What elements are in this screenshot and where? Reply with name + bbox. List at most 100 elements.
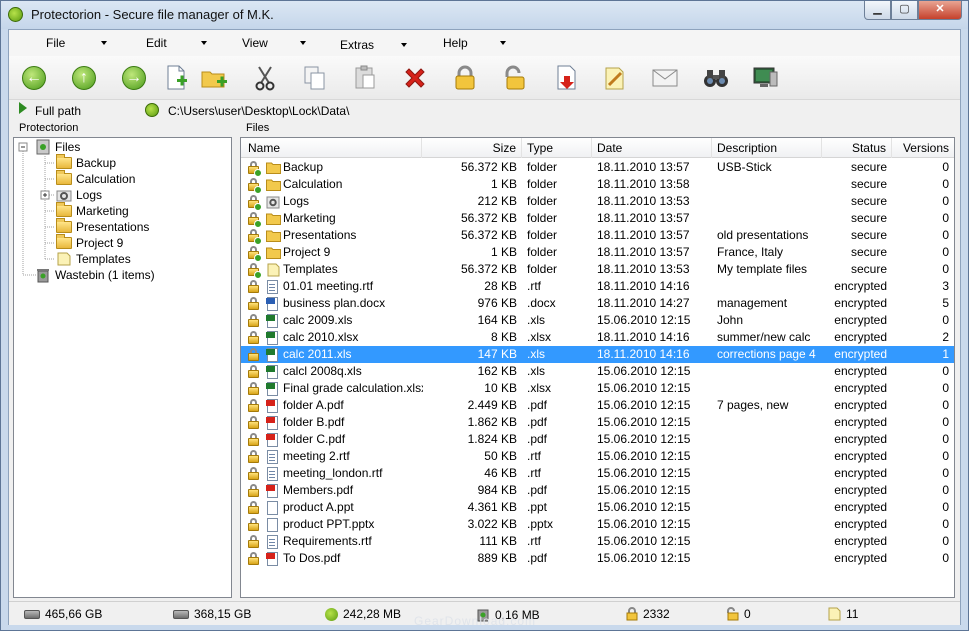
- hard-drive-icon: [173, 609, 189, 619]
- tree-item-presentations[interactable]: Presentations: [56, 218, 149, 235]
- close-button[interactable]: ✕: [918, 1, 962, 20]
- menu-edit[interactable]: Edit: [146, 36, 207, 50]
- cell-versions: 1: [942, 347, 949, 361]
- menu-view[interactable]: View: [242, 36, 306, 50]
- column-header-description[interactable]: Description: [712, 138, 822, 158]
- cell-type: folder: [527, 228, 558, 242]
- table-row[interactable]: Project 9 1 KB folder 18.11.2010 13:57 Franc…: [241, 244, 954, 262]
- edit-note-button[interactable]: [601, 64, 629, 92]
- gear-icon: [56, 190, 72, 202]
- maximize-button[interactable]: ▢: [891, 1, 918, 20]
- cell-date: 18.11.2010 13:57: [597, 228, 690, 242]
- lock-icon: [248, 467, 259, 480]
- cell-date: 15.06.2010 12:15: [597, 415, 691, 429]
- cell-name: calc 2009.xls: [283, 313, 353, 327]
- menu-help[interactable]: Help: [443, 36, 506, 50]
- lock-button[interactable]: [451, 64, 479, 92]
- menu-extras-label: Extras: [340, 38, 375, 52]
- menu-view-label: View: [242, 36, 268, 50]
- tree-item-templates[interactable]: Templates: [56, 251, 131, 267]
- cut-button[interactable]: [251, 64, 279, 92]
- excel-icon: [266, 314, 279, 328]
- menu-extras[interactable]: Extras: [340, 38, 407, 52]
- column-header-type[interactable]: Type: [522, 138, 592, 158]
- status-protected-size: 242,28 MB: [325, 607, 401, 621]
- back-button[interactable]: ←: [20, 64, 48, 92]
- cell-versions: 0: [942, 449, 949, 463]
- column-header-size[interactable]: Size: [422, 138, 522, 158]
- cell-status: encrypted: [834, 517, 887, 531]
- cell-name: calc 2011.xls: [283, 347, 352, 361]
- cell-size: 212 KB: [477, 194, 517, 208]
- table-row[interactable]: Marketing 56.372 KB folder 18.11.2010 13:57…: [241, 210, 954, 228]
- tree-item-backup[interactable]: Backup: [56, 154, 116, 171]
- table-row[interactable]: calc 2009.xls 164 KB .xls 15.06.2010 12:15 J…: [241, 312, 954, 329]
- unlock-button[interactable]: [500, 64, 528, 92]
- table-row[interactable]: folder A.pdf 2.449 KB .pdf 15.06.2010 12:15…: [241, 397, 954, 414]
- column-header-date[interactable]: Date: [592, 138, 712, 158]
- lock-icon: [248, 518, 259, 531]
- table-row[interactable]: business plan.docx 976 KB .docx 18.11.2010 …: [241, 295, 954, 312]
- tree-item-calculation[interactable]: Calculation: [56, 170, 136, 187]
- cell-versions: 0: [942, 313, 949, 327]
- full-path-toggle[interactable]: Full path: [35, 104, 81, 118]
- column-header-status[interactable]: Status: [822, 138, 892, 158]
- cell-date: 18.11.2010 13:57: [597, 160, 690, 174]
- tree-item-logs[interactable]: Logs: [56, 187, 102, 203]
- cell-status: encrypted: [834, 398, 887, 412]
- table-row[interactable]: Templates 56.372 KB folder 18.11.2010 13:53…: [241, 261, 954, 279]
- tree-item-label: Calculation: [76, 172, 136, 186]
- paste-button[interactable]: [351, 64, 379, 92]
- tree-item-project-9[interactable]: Project 9: [56, 234, 123, 251]
- table-row[interactable]: folder C.pdf 1.824 KB .pdf 15.06.2010 12:15…: [241, 431, 954, 448]
- table-row[interactable]: meeting 2.rtf 50 KB .rtf 15.06.2010 12:15 en…: [241, 448, 954, 465]
- column-header-row: Name Size Type Date Description Status V…: [241, 138, 954, 158]
- cell-status: secure: [850, 262, 887, 276]
- tree-item-files[interactable]: Files: [36, 139, 80, 155]
- email-button[interactable]: [651, 64, 679, 92]
- monitor-button[interactable]: [751, 64, 779, 92]
- table-row[interactable]: Final grade calculation.xlsx 10 KB .xlsx 15…: [241, 380, 954, 397]
- delete-button[interactable]: [401, 64, 429, 92]
- table-row[interactable]: folder B.pdf 1.862 KB .pdf 15.06.2010 12:15…: [241, 414, 954, 431]
- table-row[interactable]: product A.ppt 4.361 KB .ppt 15.06.2010 12:1…: [241, 499, 954, 516]
- cell-type: folder: [527, 211, 558, 225]
- table-row[interactable]: Requirements.rtf 111 KB .rtf 15.06.2010 12:…: [241, 533, 954, 550]
- table-row[interactable]: calcl 2008q.xls 162 KB .xls 15.06.2010 12:1…: [241, 363, 954, 380]
- tree-item-marketing[interactable]: Marketing: [56, 202, 129, 219]
- new-folder-button[interactable]: [201, 64, 229, 92]
- cell-name: meeting_london.rtf: [283, 466, 383, 480]
- folder-tree: Files Backup Calculation Logs Marketing …: [13, 137, 232, 598]
- table-row[interactable]: product PPT.pptx 3.022 KB .pptx 15.06.2010 …: [241, 516, 954, 533]
- table-row[interactable]: meeting_london.rtf 46 KB .rtf 15.06.2010 12…: [241, 465, 954, 482]
- up-button[interactable]: ↑: [70, 64, 98, 92]
- folder-icon: [56, 234, 72, 249]
- tree-item-wastebin[interactable]: Wastebin (1 items): [36, 267, 155, 283]
- status-disk-free: 368,15 GB: [173, 607, 251, 621]
- menu-file[interactable]: File: [46, 36, 107, 50]
- new-file-button[interactable]: [163, 64, 191, 92]
- table-row[interactable]: Calculation 1 KB folder 18.11.2010 13:58 sec…: [241, 176, 954, 194]
- forward-button[interactable]: →: [120, 64, 148, 92]
- table-row[interactable]: To Dos.pdf 889 KB .pdf 15.06.2010 12:15 encr…: [241, 550, 954, 567]
- cell-date: 18.11.2010 13:57: [597, 211, 690, 225]
- copy-button[interactable]: [301, 64, 329, 92]
- table-row[interactable]: calc 2010.xlsx 8 KB .xlsx 18.11.2010 14:16 s…: [241, 329, 954, 346]
- table-row[interactable]: 01.01 meeting.rtf 28 KB .rtf 18.11.2010 14:…: [241, 278, 954, 295]
- pdf-icon: [266, 433, 279, 447]
- column-header-name[interactable]: Name: [241, 138, 422, 158]
- cell-type: folder: [527, 177, 558, 191]
- search-button[interactable]: [702, 64, 730, 92]
- status-locked-count: 2332: [626, 607, 670, 621]
- column-header-versions[interactable]: Versions: [892, 138, 954, 158]
- table-row[interactable]: Members.pdf 984 KB .pdf 15.06.2010 12:15 enc…: [241, 482, 954, 499]
- table-row[interactable]: Presentations 56.372 KB folder 18.11.2010 1…: [241, 227, 954, 245]
- cell-description: old presentations: [717, 228, 809, 242]
- table-row[interactable]: calc 2011.xls 147 KB .xls 18.11.2010 14:16 c…: [241, 346, 954, 363]
- table-row[interactable]: Logs 212 KB folder 18.11.2010 13:53 secure 0: [241, 193, 954, 211]
- minimize-button[interactable]: ▁: [864, 1, 891, 20]
- cell-description: [717, 448, 822, 465]
- table-row[interactable]: Backup 56.372 KB folder 18.11.2010 13:57 USB…: [241, 159, 954, 177]
- extract-button[interactable]: [553, 64, 581, 92]
- lock-icon: [248, 263, 262, 279]
